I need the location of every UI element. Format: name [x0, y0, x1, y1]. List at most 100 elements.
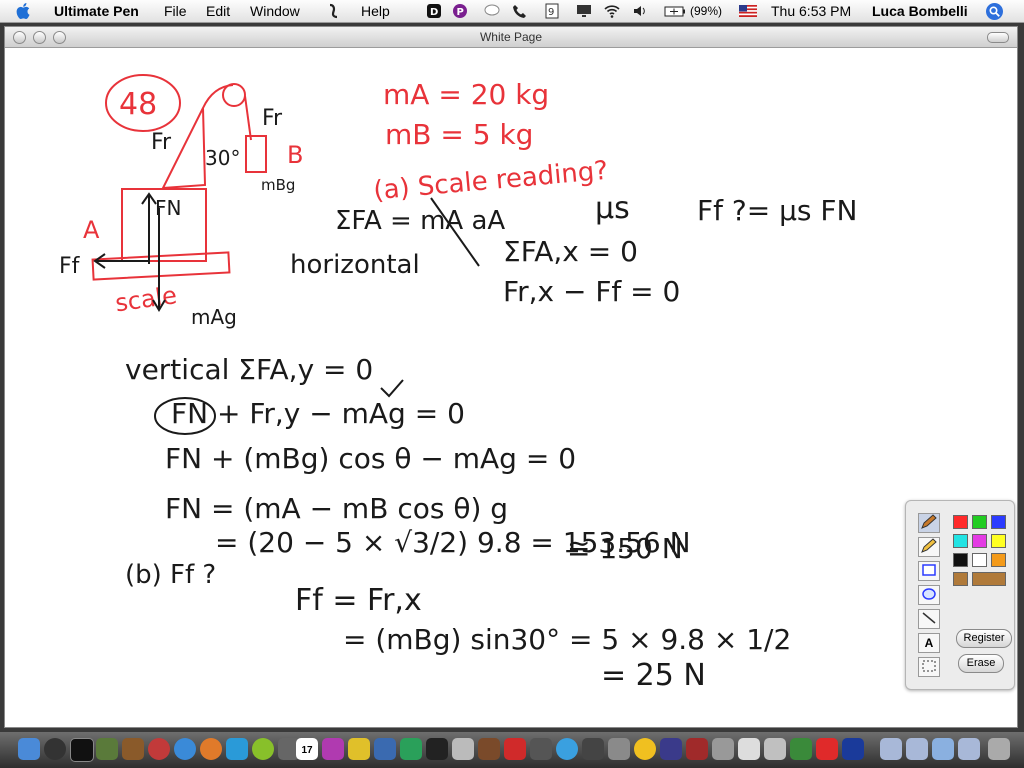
- app-icon-3[interactable]: [148, 738, 170, 760]
- question-a: (a) Scale reading?: [372, 156, 609, 206]
- app-icon-7[interactable]: [322, 738, 344, 760]
- pen-tool-button[interactable]: [918, 513, 940, 533]
- label-mag: mAg: [191, 305, 237, 329]
- label-box-b: B: [287, 141, 303, 169]
- highlighter-icon: [921, 538, 937, 553]
- battery-icon[interactable]: [664, 3, 686, 19]
- color-swatch-white[interactable]: [972, 553, 987, 567]
- display-icon[interactable]: [576, 3, 592, 19]
- ellipse-icon: [922, 588, 936, 600]
- label-horizontal: horizontal: [290, 250, 420, 280]
- svg-text:D: D: [430, 7, 438, 18]
- user-name[interactable]: Luca Bombelli: [872, 3, 968, 19]
- color-swatch-cyan[interactable]: [953, 534, 968, 548]
- color-swatch-brown[interactable]: [953, 572, 968, 586]
- app-icon-4[interactable]: [226, 738, 248, 760]
- color-swatch-magenta[interactable]: [972, 534, 987, 548]
- app-icon-24[interactable]: [842, 738, 864, 760]
- label-part-b: (b) Ff ?: [125, 560, 216, 590]
- app-icon-20[interactable]: [738, 738, 760, 760]
- spotlight-search-icon[interactable]: [986, 3, 1003, 20]
- eq-sum-fa: ΣFA = mA aA: [335, 206, 505, 236]
- applications-folder-icon[interactable]: [932, 738, 954, 760]
- color-swatch-red[interactable]: [953, 515, 968, 529]
- app-icon-2[interactable]: [122, 738, 144, 760]
- label-ff-left: Ff: [59, 254, 81, 279]
- scale-bar: [91, 251, 231, 281]
- ical-icon[interactable]: 17: [296, 738, 318, 760]
- status-p-icon[interactable]: P: [452, 3, 468, 19]
- rope-to-b: [244, 95, 252, 141]
- app-icon-18[interactable]: [660, 738, 682, 760]
- eq-vertical: vertical ΣFA,y = 0: [125, 353, 373, 386]
- apple-menu-icon[interactable]: [16, 2, 32, 20]
- us-flag-icon[interactable]: [739, 3, 757, 19]
- firefox-icon[interactable]: [200, 738, 222, 760]
- color-swatch-orange[interactable]: [991, 553, 1006, 567]
- menu-window[interactable]: Window: [250, 3, 300, 19]
- app-icon-19[interactable]: [686, 738, 708, 760]
- trash-icon[interactable]: [988, 738, 1010, 760]
- rope-triangle: [161, 84, 234, 190]
- phone-icon[interactable]: [512, 3, 528, 19]
- app-icon-11[interactable]: [426, 738, 448, 760]
- app-icon-21[interactable]: [764, 738, 786, 760]
- box-b: [245, 135, 267, 173]
- color-swatch-black[interactable]: [953, 553, 968, 567]
- folder-icon[interactable]: [880, 738, 902, 760]
- erase-button[interactable]: Erase: [958, 654, 1004, 673]
- rectangle-icon: [922, 564, 936, 576]
- pen-icon: [921, 514, 937, 529]
- app-icon-10[interactable]: [400, 738, 422, 760]
- dashboard-icon[interactable]: [44, 738, 66, 760]
- text-tool-button[interactable]: A: [918, 633, 940, 653]
- label-scale: scale: [113, 281, 178, 317]
- highlighter-tool-button[interactable]: [918, 537, 940, 557]
- folder-icon-2[interactable]: [906, 738, 928, 760]
- app-icon-1[interactable]: [96, 738, 118, 760]
- status-d-icon[interactable]: D: [426, 3, 442, 19]
- folder-icon-3[interactable]: [958, 738, 980, 760]
- app-icon-12[interactable]: [452, 738, 474, 760]
- app-icon-5[interactable]: [252, 738, 274, 760]
- script-menu-icon[interactable]: [326, 3, 342, 19]
- menubar-clock[interactable]: Thu 6:53 PM: [771, 3, 851, 19]
- wifi-icon[interactable]: [604, 3, 620, 19]
- app-icon-8[interactable]: [348, 738, 370, 760]
- color-swatch-blue[interactable]: [991, 515, 1006, 529]
- color-swatch-yellow[interactable]: [991, 534, 1006, 548]
- app-icon-22[interactable]: [790, 738, 812, 760]
- menu-file[interactable]: File: [164, 3, 187, 19]
- selection-tool-button[interactable]: [918, 657, 940, 677]
- color-swatch-brown-wide[interactable]: [972, 572, 1006, 586]
- finder-icon[interactable]: [18, 738, 40, 760]
- safari-icon[interactable]: [174, 738, 196, 760]
- app-icon-15[interactable]: [530, 738, 552, 760]
- app-icon-13[interactable]: [478, 738, 500, 760]
- line-tool-button[interactable]: [918, 609, 940, 629]
- drawing-canvas[interactable]: 48 Fr Fr 30° B mBg A scale FN mAg Ff mA …: [5, 48, 1017, 727]
- itunes-icon[interactable]: [556, 738, 578, 760]
- register-button[interactable]: Register: [956, 629, 1012, 648]
- window-titlebar[interactable]: White Page: [5, 27, 1017, 48]
- menu-help[interactable]: Help: [361, 3, 390, 19]
- app-icon-16[interactable]: [582, 738, 604, 760]
- app-icon-9[interactable]: [374, 738, 396, 760]
- app-icon-14[interactable]: [504, 738, 526, 760]
- app-icon-17[interactable]: [608, 738, 630, 760]
- battery-percent: (99%): [690, 4, 723, 18]
- selection-marquee-icon: [922, 660, 936, 672]
- color-swatch-green[interactable]: [972, 515, 987, 529]
- rectangle-tool-button[interactable]: [918, 561, 940, 581]
- sunflower-icon[interactable]: [634, 738, 656, 760]
- calculator-icon[interactable]: [712, 738, 734, 760]
- terminal-icon[interactable]: [70, 738, 94, 762]
- toolbar-toggle-button[interactable]: [987, 32, 1009, 43]
- script-icon[interactable]: 9: [544, 3, 560, 19]
- app-icon-23[interactable]: [816, 738, 838, 760]
- app-menu[interactable]: Ultimate Pen: [54, 3, 139, 19]
- chat-bubble-icon[interactable]: [484, 3, 500, 19]
- menu-edit[interactable]: Edit: [206, 3, 230, 19]
- volume-icon[interactable]: [632, 3, 648, 19]
- ellipse-tool-button[interactable]: [918, 585, 940, 605]
